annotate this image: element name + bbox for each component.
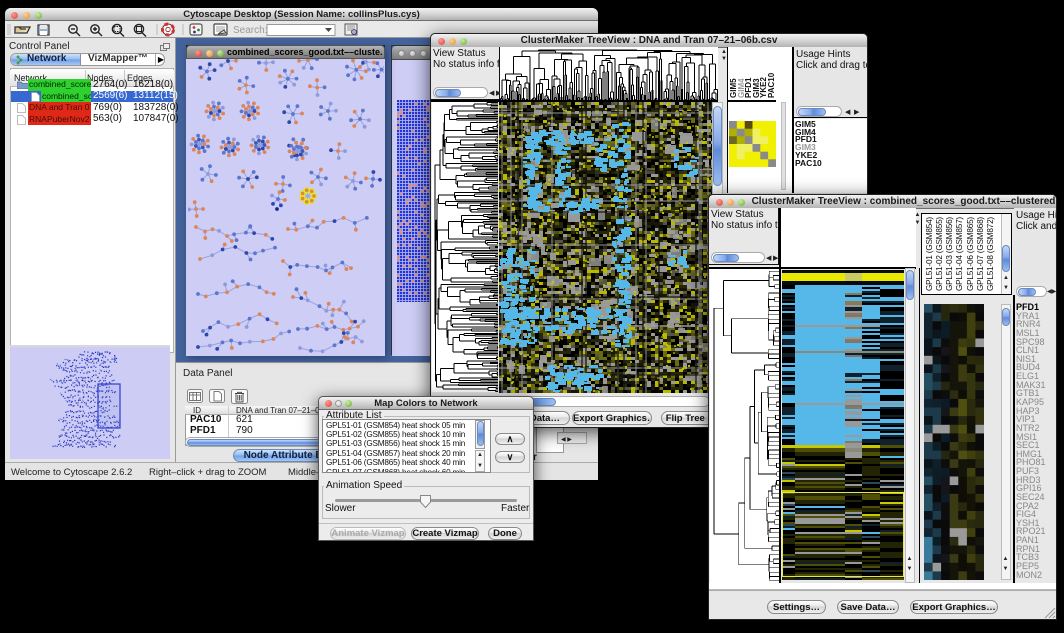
svg-text:Search:: Search: [233, 25, 267, 36]
